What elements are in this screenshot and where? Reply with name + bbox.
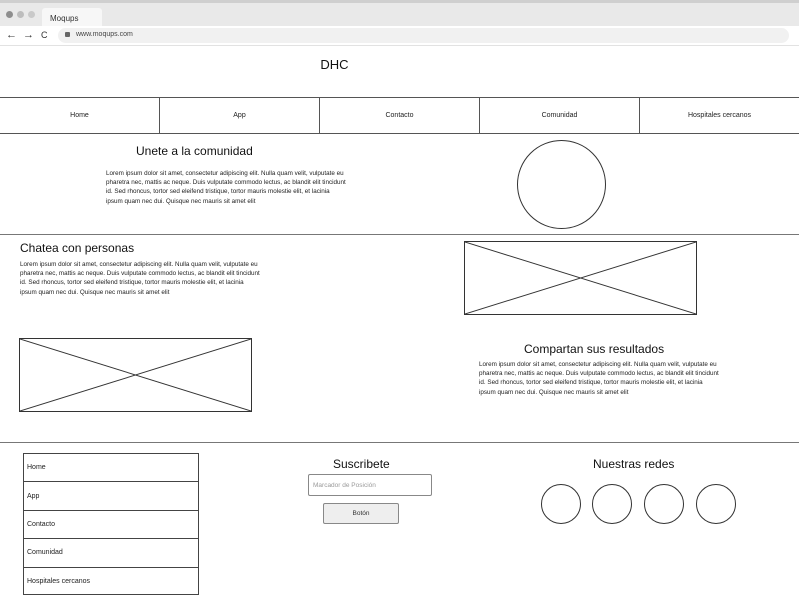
chat-image-placeholder (464, 241, 697, 315)
reload-icon[interactable]: C (41, 29, 48, 41)
footer-nav-comunidad[interactable]: Comunidad (24, 539, 198, 568)
site-title: DHC (320, 57, 349, 72)
community-text: Lorem ipsum dolor sit amet, consectetur … (106, 170, 346, 205)
chat-heading: Chatea con personas (20, 241, 135, 255)
forward-icon[interactable]: → (23, 29, 34, 41)
subscribe-button[interactable]: Botón (323, 503, 399, 524)
url-text: www.moqups.com (76, 31, 133, 38)
browser-tab-bar: Moqups (0, 0, 799, 29)
window-maximize-icon[interactable] (28, 11, 35, 18)
window-close-icon[interactable] (6, 11, 13, 18)
back-icon[interactable]: ← (6, 29, 17, 41)
subscribe-heading: Suscribete (333, 457, 390, 471)
social-icon-3[interactable] (644, 484, 684, 524)
section-divider (0, 234, 799, 235)
footer-navigation: Home App Contacto Comunidad Hospitales c… (23, 453, 199, 595)
social-icon-1[interactable] (541, 484, 581, 524)
social-heading: Nuestras redes (593, 457, 675, 471)
community-heading: Unete a la comunidad (136, 144, 253, 158)
nav-item-home[interactable]: Home (0, 98, 160, 133)
chat-text: Lorem ipsum dolor sit amet, consectetur … (20, 261, 260, 296)
footer-nav-home[interactable]: Home (24, 454, 198, 483)
window-minimize-icon[interactable] (17, 11, 24, 18)
social-icon-2[interactable] (592, 484, 632, 524)
nav-item-contacto[interactable]: Contacto (320, 98, 480, 133)
footer-nav-app[interactable]: App (24, 482, 198, 511)
footer-nav-contacto[interactable]: Contacto (24, 511, 198, 540)
footer-divider (0, 442, 799, 443)
results-heading: Compartan sus resultados (524, 342, 665, 356)
footer-nav-hospitales[interactable]: Hospitales cercanos (24, 568, 198, 596)
nav-item-comunidad[interactable]: Comunidad (480, 98, 640, 133)
top-navigation: Home App Contacto Comunidad Hospitales c… (0, 97, 799, 134)
url-field[interactable]: www.moqups.com (58, 28, 789, 43)
social-icon-4[interactable] (696, 484, 736, 524)
browser-address-bar: ← → C www.moqups.com (0, 26, 799, 46)
results-text: Lorem ipsum dolor sit amet, consectetur … (479, 361, 719, 396)
lock-icon (65, 32, 70, 37)
subscribe-input[interactable]: Marcador de Posición (308, 474, 432, 496)
nav-item-hospitales[interactable]: Hospitales cercanos (640, 98, 799, 133)
results-image-placeholder (19, 338, 252, 412)
community-image-placeholder (517, 140, 606, 229)
nav-item-app[interactable]: App (160, 98, 320, 133)
